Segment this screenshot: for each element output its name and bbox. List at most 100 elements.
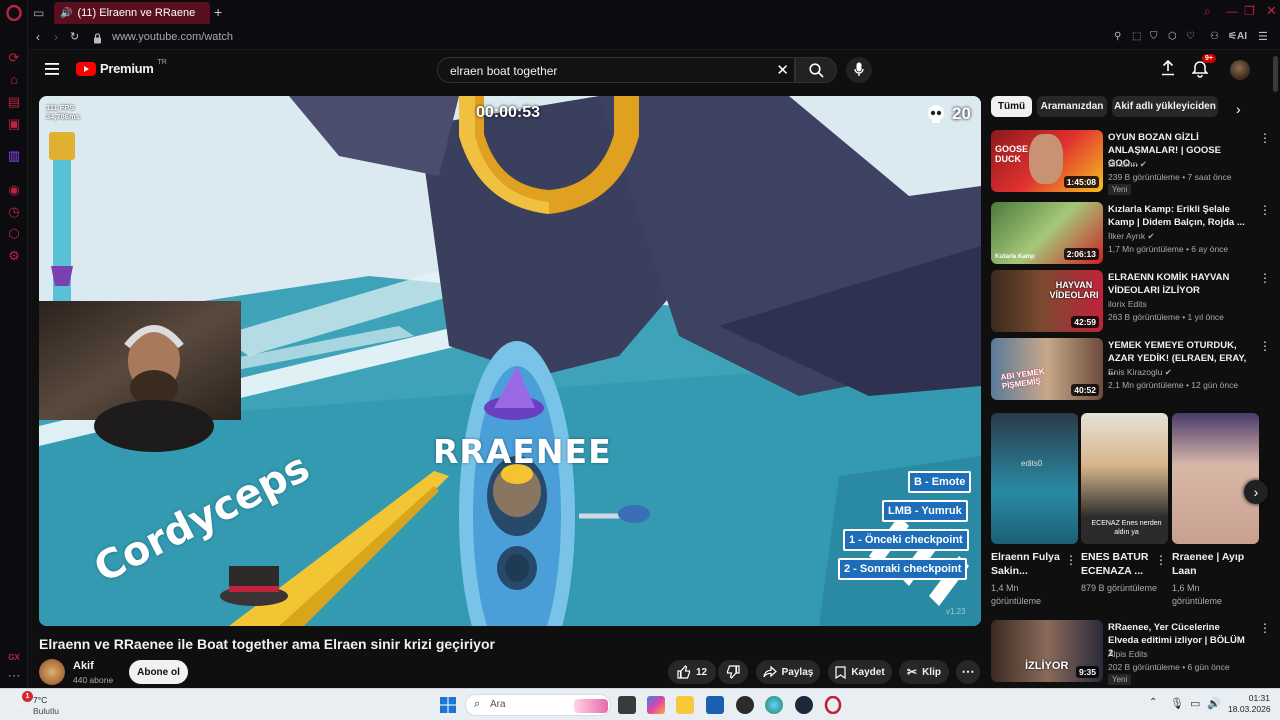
like-button[interactable]: 12 [668,660,716,684]
chip-from-search[interactable]: Aramanızdan [1037,96,1107,117]
volume-icon[interactable]: 🔊 [1207,697,1221,710]
notifications-icon[interactable]: 9+ [1191,54,1216,83]
hamburger-menu-icon[interactable] [45,62,59,75]
network-icon[interactable]: ▭ [1190,697,1200,710]
tab-menu-icon[interactable]: ▭ [33,5,49,21]
more-vert-icon[interactable]: ⋮ [1259,132,1271,144]
tab-active[interactable]: 🔊 (11) Elraenn ve RRaene [54,2,210,24]
minimize-icon[interactable]: — [1226,4,1238,18]
short-title[interactable]: Elraenn Fulya Sakin... [991,550,1067,578]
weather-widget[interactable]: ☁ 1 7°C Bulutlu [10,691,130,719]
channel-avatar[interactable] [39,659,65,685]
clip-button[interactable]: ✂ Klip [899,660,949,684]
video-thumbnail[interactable]: ABI YEMEK PİŞMEMİŞ 40:52 [991,338,1103,400]
more-vert-icon[interactable]: ⋮ [1259,622,1271,634]
opera-taskbar-icon[interactable] [824,695,842,715]
video-thumbnail[interactable]: HAYVAN VİDEOLARI 42:59 [991,270,1103,332]
url-text[interactable]: www.youtube.com/watch [112,31,233,43]
extensions-icon[interactable]: ⬡ [6,226,22,242]
voice-search-button[interactable] [846,57,872,83]
recommendation-item[interactable]: ABI YEMEK PİŞMEMİŞ 40:52 YEMEK YEMEYE OT… [991,338,1273,400]
chip-from-uploader[interactable]: Akif adlı yükleyiciden [1112,96,1218,117]
snapshot-icon[interactable]: ⬚ [1132,31,1141,42]
account-avatar[interactable] [1230,60,1250,80]
channel-name[interactable]: Elraenn ✔ [1108,159,1147,170]
close-window-icon[interactable]: ✕ [1266,3,1277,19]
video-thumbnail[interactable]: İZLİYOR 9:35 [991,620,1103,682]
profile-icon[interactable]: ⚇ [1210,31,1219,42]
short-thumbnail[interactable]: edits0 [991,413,1078,544]
steam-icon[interactable] [795,696,813,714]
twitch-icon[interactable]: ▥ [6,148,22,164]
windows-start-icon[interactable] [440,697,456,713]
youtube-logo[interactable]: Premium TR [76,59,167,76]
pin-icon[interactable]: ⚲ [1114,31,1121,42]
forward-icon[interactable]: › [54,30,58,44]
chips-next-icon[interactable]: › [1236,101,1241,117]
history-icon[interactable]: ◷ [6,204,22,220]
speed-dial-icon[interactable]: ⟳ [6,50,22,66]
shorts-next-icon[interactable]: › [1244,480,1268,504]
obs-icon[interactable] [736,696,754,714]
edge-icon[interactable] [765,696,783,714]
chip-all[interactable]: Tümü [991,96,1032,117]
cube-icon[interactable]: ⬡ [1168,31,1177,42]
new-tab-button[interactable]: + [214,4,222,20]
heart-icon[interactable]: ♡ [1186,31,1195,42]
speaker-icon[interactable]: 🔊 [60,8,72,19]
video-title[interactable]: Kızlarla Kamp: Erikli Şelale Kamp | Dide… [1108,203,1248,229]
more-vert-icon[interactable]: ⋮ [1259,272,1271,284]
shopping-icon[interactable]: ⌂ [6,72,22,88]
short-title[interactable]: Rraenee | Ayıp Laan [1172,550,1248,578]
search-button[interactable] [795,57,837,83]
search-tabs-icon[interactable]: ⌕ [1204,4,1211,19]
more-actions-button[interactable]: ⋯ [956,660,980,684]
upload-icon[interactable] [1161,59,1175,81]
more-icon[interactable]: ⋯ [6,668,22,684]
settings-icon[interactable]: ⚙ [6,248,22,264]
short-title[interactable]: ENES BATUR ECENAZA ... [1081,550,1157,578]
maximize-icon[interactable]: ❐ [1244,4,1255,18]
shield-icon[interactable]: ⛉ [1150,31,1158,42]
recommendation-item[interactable]: GOOSE DUCK 1:45:08 OYUN BOZAN GİZLİ ANLA… [991,130,1273,196]
search-input[interactable]: elraen boat together ✕ [437,57,795,83]
microphone-icon[interactable]: 🎙 [1170,697,1184,710]
short-thumbnail[interactable]: ECENAZ Enes nerden aldın ya [1081,413,1168,544]
channel-name[interactable]: Akif [73,660,94,672]
channel-name[interactable]: İlker Ayrık ✔ [1108,231,1155,242]
file-explorer-icon[interactable] [676,696,694,714]
video-title[interactable]: ELRAENN KOMİK HAYVAN VİDEOLARI İZLİYOR [1108,271,1248,297]
save-button[interactable]: Kaydet [828,660,892,684]
more-vert-icon[interactable]: ⋮ [1155,553,1167,567]
recommendation-item[interactable]: HAYVAN VİDEOLARI 42:59 ELRAENN KOMİK HAY… [991,270,1273,332]
ai-button[interactable]: ⚟AI [1228,31,1247,42]
clear-search-icon[interactable]: ✕ [776,61,789,79]
store-icon[interactable] [706,696,724,714]
share-button[interactable]: Paylaş [756,660,820,684]
task-view-icon[interactable] [618,696,636,714]
short-thumbnail[interactable] [1172,413,1259,544]
reload-icon[interactable]: ↻ [70,30,79,43]
copilot-icon[interactable] [647,696,665,714]
subscribe-button[interactable]: Abone ol [129,660,188,684]
dislike-button[interactable] [718,660,748,684]
taskbar-search-input[interactable]: ⌕ Ara [465,694,611,716]
video-thumbnail[interactable]: Kızlarla Kamp 2:06:13 [991,202,1103,264]
tray-chevron-icon[interactable]: ⌃ [1149,697,1157,708]
clock[interactable]: 01:31 18.03.2026 [1228,693,1271,715]
gx-badge[interactable]: GX [6,650,22,666]
page-scrollbar[interactable] [1273,56,1278,686]
more-vert-icon[interactable]: ⋮ [1065,553,1077,567]
player-icon[interactable]: ◉ [6,182,22,198]
easy-setup-icon[interactable]: ☰ [1258,30,1268,43]
messenger-icon[interactable]: ▤ [6,94,22,110]
channel-name[interactable]: Alpis Edits [1108,649,1148,659]
instagram-icon[interactable]: ▣ [6,116,22,132]
more-vert-icon[interactable]: ⋮ [1259,340,1271,352]
recommendation-item[interactable]: Kızlarla Kamp 2:06:13 Kızlarla Kamp: Eri… [991,202,1273,264]
more-vert-icon[interactable]: ⋮ [1259,204,1271,216]
recommendation-item[interactable]: İZLİYOR 9:35 RRaenee, Yer Cücelerine Elv… [991,620,1273,686]
back-icon[interactable]: ‹ [36,30,40,44]
channel-name[interactable]: Enis Kirazoglu ✔ [1108,367,1172,378]
scrollbar-thumb[interactable] [1273,56,1278,92]
